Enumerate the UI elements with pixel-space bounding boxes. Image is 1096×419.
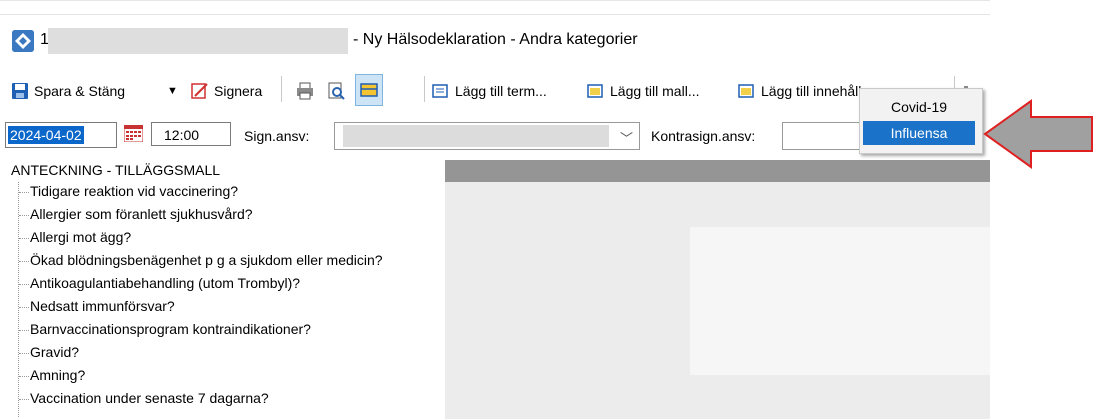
callout-arrow-icon: [983, 99, 1093, 169]
